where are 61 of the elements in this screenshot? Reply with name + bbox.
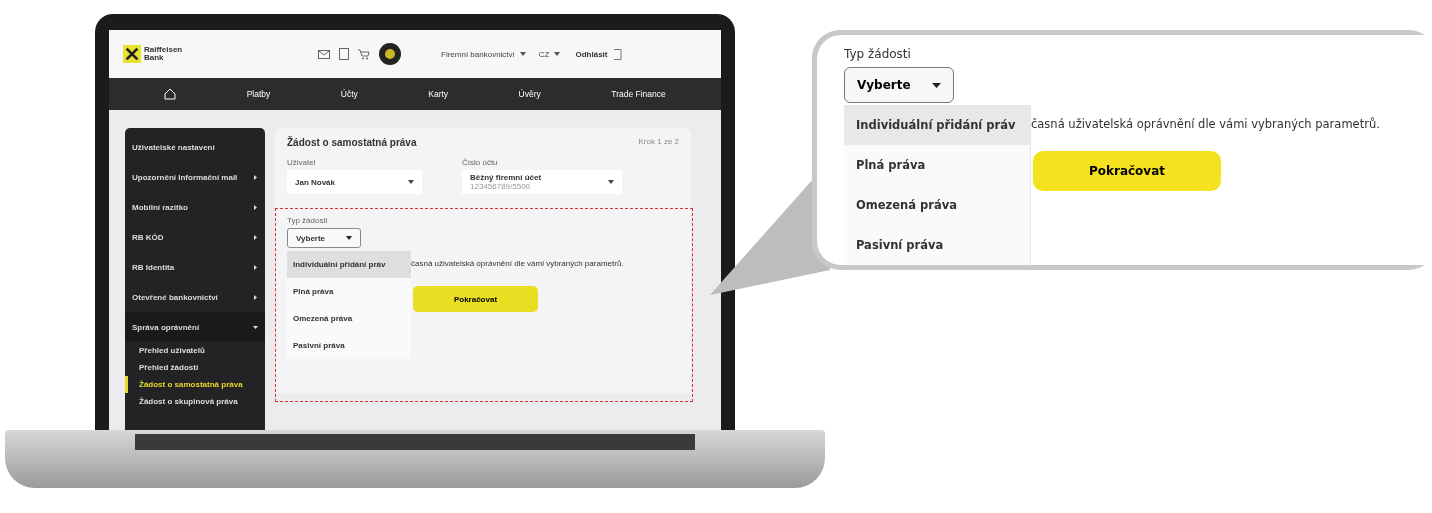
account-dropdown[interactable]: Firemní bankovnictví — [441, 49, 515, 59]
continue-button[interactable]: Pokračovat — [413, 286, 538, 312]
menu-option[interactable]: Plná práva — [287, 278, 411, 305]
nav-item[interactable]: Účty — [340, 89, 358, 99]
nav-item[interactable]: Karty — [428, 89, 449, 99]
chevron-icon — [253, 264, 258, 270]
logo-icon — [123, 45, 141, 63]
caret-icon — [408, 180, 414, 184]
sidebar-item[interactable]: Otevřené bankovnictví — [125, 282, 265, 312]
sidebar-item[interactable]: Správa oprávnění — [125, 312, 265, 342]
language-dropdown[interactable]: CZ — [538, 49, 550, 59]
nav-item[interactable]: Trade Finance — [611, 89, 666, 99]
caret-icon — [346, 236, 352, 240]
request-type-label: Typ žádosti — [844, 47, 912, 61]
caret-icon — [932, 82, 941, 88]
chevron-icon — [253, 294, 258, 300]
nav-item[interactable]: Úvěry — [518, 89, 541, 99]
account-select[interactable]: Běžný firemní účet 123456789/5500 — [462, 170, 622, 194]
menu-option[interactable]: Omezená práva — [844, 185, 1030, 225]
caret-icon — [554, 52, 561, 56]
sidebar-item[interactable]: RB Identita — [125, 252, 265, 282]
menu-option[interactable]: Individuální přidání práv — [844, 105, 1030, 145]
sidebar-item[interactable]: Upozornění Informační mail — [125, 162, 265, 192]
sidebar-item[interactable]: Mobilní razítko — [125, 192, 265, 222]
request-type-select[interactable]: Vyberte — [844, 67, 954, 103]
menu-option[interactable]: Pasivní práva — [844, 225, 1030, 265]
request-type-label: Typ žádosti — [287, 216, 329, 225]
caret-icon — [608, 180, 614, 184]
user-select[interactable]: Jan Novák — [287, 170, 422, 194]
menu-option[interactable]: Omezená práva — [287, 305, 411, 332]
document-icon[interactable] — [339, 48, 349, 60]
account-label: Číslo účtu — [462, 158, 499, 167]
cart-icon[interactable] — [358, 48, 370, 60]
sidebar-item[interactable]: RB KÓD — [125, 222, 265, 252]
sidebar-item[interactable]: Uživatelské nastavení — [125, 132, 265, 162]
sidebar-subitem[interactable]: Žádost o samostatná práva — [125, 376, 265, 393]
continue-button[interactable]: Pokračovat — [1033, 151, 1221, 191]
avatar-icon[interactable] — [379, 43, 401, 65]
nav-item[interactable]: Platby — [246, 89, 271, 99]
home-icon[interactable] — [164, 88, 177, 100]
chevron-icon — [253, 204, 258, 210]
chevron-icon — [253, 174, 258, 180]
menu-option[interactable]: Pasivní práva — [287, 332, 411, 359]
description-text: časná uživatelská oprávnění dle vámi vybraných parametrů. — [1031, 117, 1380, 131]
sidebar-subitem[interactable]: Přehled uživatelů — [125, 342, 265, 359]
step-indicator: Krok 1 ze 2 — [638, 137, 679, 148]
description-text: časná uživatelská oprávnění dle vámi vybraných parametrů. — [411, 259, 624, 268]
logout-link[interactable]: Odhlásit — [575, 49, 608, 59]
chevron-icon — [253, 324, 258, 330]
bank-logo-text: Raiffeisen Bank — [144, 46, 184, 62]
mail-icon[interactable] — [318, 49, 330, 59]
menu-option[interactable]: Plná práva — [844, 145, 1030, 185]
user-label: Uživatel — [287, 158, 317, 167]
sidebar-subitem[interactable]: Žádost o skupinová práva — [125, 393, 265, 410]
chevron-icon — [253, 234, 258, 240]
menu-option[interactable]: Individuální přidání práv — [287, 251, 411, 278]
form-title: Žádost o samostatná práva — [287, 137, 417, 148]
request-type-select[interactable]: Vyberte — [287, 228, 361, 248]
sidebar-subitem[interactable]: Přehled žádostí — [125, 359, 265, 376]
caret-icon — [519, 52, 526, 56]
logout-icon[interactable] — [612, 48, 622, 60]
